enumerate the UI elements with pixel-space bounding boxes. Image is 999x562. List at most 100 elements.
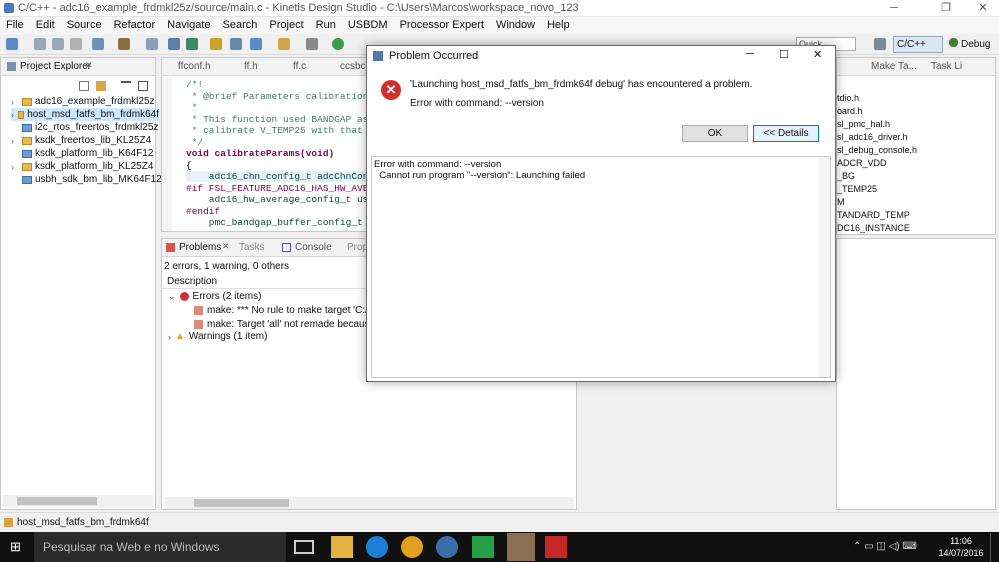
chevron-down-icon[interactable]: ⌄ <box>168 291 176 302</box>
save-all-icon[interactable] <box>52 38 64 50</box>
menu-processor-expert[interactable]: Processor Expert <box>394 17 490 34</box>
messenger-icon[interactable] <box>436 536 458 558</box>
close-tab-icon[interactable]: ✕ <box>85 60 93 71</box>
outline-item[interactable]: TANDARD_TEMP <box>837 210 910 220</box>
dialog-close-button[interactable]: ✕ <box>813 48 822 61</box>
new-icon[interactable] <box>6 38 18 50</box>
target-icon[interactable] <box>186 38 198 50</box>
tab-ccsbc[interactable]: ccsbc <box>340 61 366 72</box>
clock-time[interactable]: 11:06 <box>937 536 985 546</box>
outline-item[interactable]: M <box>837 197 845 207</box>
open-folder-icon[interactable] <box>278 38 290 50</box>
details-button[interactable]: << Details <box>753 125 819 142</box>
details-area[interactable]: Error with command: --version Cannot run… <box>371 156 831 378</box>
close-window-button[interactable]: ✕ <box>968 0 998 17</box>
windows-start-icon[interactable]: ⊞ <box>10 540 24 554</box>
taskbar-search-box[interactable]: Pesquisar na Web e no Windows <box>34 532 286 562</box>
expand-arrow-icon[interactable]: › <box>11 136 19 146</box>
project-item[interactable]: › ksdk_freertos_lib_KL25Z4 <box>11 134 151 147</box>
outline-item[interactable]: _TEMP25 <box>837 184 877 194</box>
open-perspective-icon[interactable] <box>874 38 886 50</box>
build-icon[interactable] <box>118 38 130 50</box>
project-item[interactable]: › ksdk_platform_lib_KL25Z4 <box>11 160 153 173</box>
run-icon[interactable] <box>332 38 344 50</box>
chevron-right-icon[interactable]: › <box>168 332 171 342</box>
details-scrollbar[interactable] <box>818 157 830 377</box>
tab-task-list[interactable]: Task Li <box>931 61 962 72</box>
save-icon[interactable] <box>34 38 46 50</box>
scrollbar-thumb[interactable] <box>194 499 289 507</box>
project-item[interactable]: › adc16_example_frdmkl25z <box>11 95 155 108</box>
close-tab-icon[interactable]: ✕ <box>222 241 230 252</box>
dialog-minimize-button[interactable]: ─ <box>746 48 754 60</box>
project-item[interactable]: i2c_rtos_freertos_frdmkl25z <box>11 121 158 134</box>
dialog-maximize-button[interactable]: ☐ <box>779 48 789 61</box>
project-item-selected[interactable]: › host_msd_fatfs_bm_frdmk64f <box>11 108 159 121</box>
project-item[interactable]: usbh_sdk_bm_lib_MK64F12 <box>11 173 162 186</box>
editor-code-block[interactable]: void calibrateParams(void) { adc16_chn_c… <box>186 148 391 229</box>
project-item[interactable]: ksdk_platform_lib_K64F12 <box>11 147 153 160</box>
file-explorer-icon[interactable] <box>331 536 353 558</box>
menu-usbdm[interactable]: USBDM <box>342 17 394 34</box>
tab-ff-c[interactable]: ff.c <box>293 61 306 72</box>
tab-ff-h[interactable]: ff.h <box>244 61 258 72</box>
menu-run[interactable]: Run <box>310 17 342 34</box>
minimize-button[interactable]: ─ <box>879 0 909 17</box>
perspective-debug[interactable]: Debug <box>946 36 998 53</box>
tray-icons[interactable]: ⌃ ▭ ◫ ◁) ⌨ <box>853 541 917 552</box>
menu-refactor[interactable]: Refactor <box>108 17 162 34</box>
lightbulb-icon[interactable] <box>210 38 222 50</box>
maximize-button[interactable]: ❐ <box>931 0 961 17</box>
menu-help[interactable]: Help <box>541 17 576 34</box>
toggle-icon[interactable] <box>306 38 318 50</box>
show-desktop-button[interactable] <box>990 533 995 562</box>
tab-console[interactable]: Console <box>295 242 332 253</box>
menu-project[interactable]: Project <box>263 17 309 34</box>
app-icon[interactable] <box>472 536 494 558</box>
expand-arrow-icon[interactable]: › <box>11 162 19 172</box>
outline-item[interactable]: _BG <box>837 171 855 181</box>
tab-tasks[interactable]: Tasks <box>239 242 265 253</box>
errors-group-row[interactable]: ⌄ Errors (2 items) <box>168 291 261 302</box>
link-editor-icon[interactable] <box>96 81 106 91</box>
menu-window[interactable]: Window <box>490 17 541 34</box>
task-view-icon[interactable] <box>294 540 314 554</box>
outline-item[interactable]: sl_debug_console.h <box>837 145 917 155</box>
chrome-icon[interactable] <box>401 536 423 558</box>
menu-edit[interactable]: Edit <box>30 17 61 34</box>
run-config-icon[interactable] <box>230 38 242 50</box>
menu-search[interactable]: Search <box>217 17 264 34</box>
minimize-icon[interactable] <box>121 81 131 85</box>
menu-file[interactable]: File <box>0 17 30 34</box>
explorer-scrollbar[interactable] <box>3 495 153 507</box>
warnings-group-row[interactable]: › ▲ Warnings (1 item) <box>168 331 267 342</box>
outline-item[interactable]: ADCR_VDD <box>837 158 887 168</box>
tab-make-targets[interactable]: Make Ta... <box>871 61 917 72</box>
outline-item[interactable]: oard.h <box>837 106 863 116</box>
kinetis-icon[interactable] <box>507 533 535 561</box>
build-all-icon[interactable] <box>146 38 158 50</box>
tab-ffconf[interactable]: ffconf.h <box>178 61 211 72</box>
settings-icon[interactable] <box>92 38 104 50</box>
collapse-all-icon[interactable] <box>79 81 89 91</box>
editor-comment-block[interactable]: /*! * @brief Parameters calibration: VD … <box>186 79 391 148</box>
ok-button[interactable]: OK <box>682 125 748 142</box>
new-class-icon[interactable] <box>250 38 262 50</box>
perspective-cpp[interactable]: C/C++ <box>893 36 943 53</box>
outline-item[interactable]: sl_adc16_driver.h <box>837 132 908 142</box>
pdf-reader-icon[interactable] <box>545 536 567 558</box>
problems-scrollbar[interactable] <box>164 497 574 509</box>
maximize-icon[interactable] <box>138 81 148 91</box>
clock-date[interactable]: 14/07/2016 <box>937 548 985 558</box>
menu-navigate[interactable]: Navigate <box>161 17 216 34</box>
outline-item[interactable]: DC16_INSTANCE <box>837 223 910 233</box>
outline-item[interactable]: tdio.h <box>837 93 859 103</box>
expand-arrow-icon[interactable]: › <box>11 110 15 120</box>
tab-problems[interactable]: Problems <box>179 242 221 253</box>
project-explorer-title[interactable]: Project Explorer <box>20 61 91 72</box>
scrollbar-thumb[interactable] <box>17 497 97 505</box>
menu-source[interactable]: Source <box>61 17 108 34</box>
error-row[interactable]: make: *** No rule to make target 'C:/Fre… <box>194 305 388 316</box>
expand-arrow-icon[interactable]: › <box>11 97 19 107</box>
error-row[interactable]: make: Target 'all' not remade because of <box>194 319 386 330</box>
